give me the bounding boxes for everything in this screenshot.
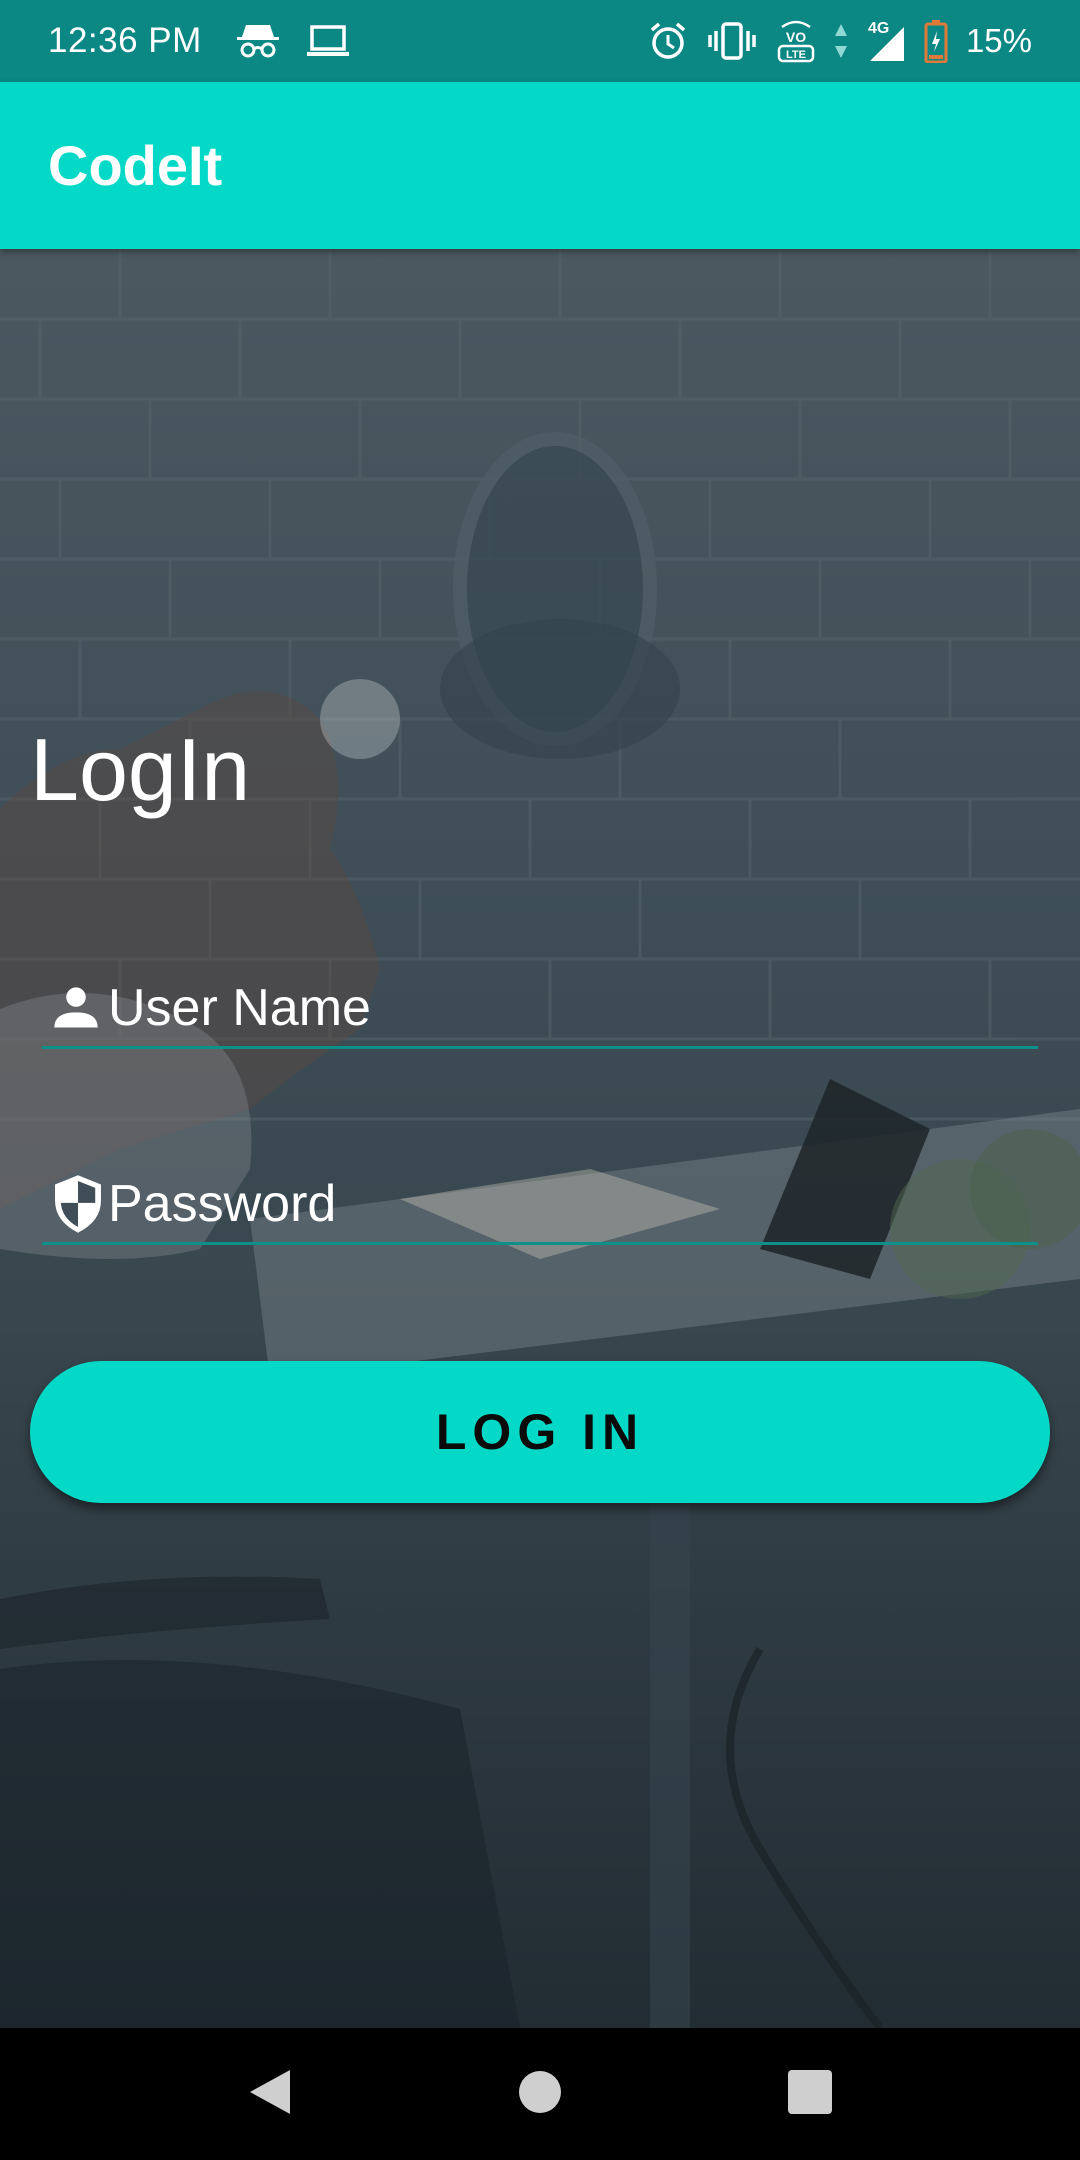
login-button[interactable]: LOG IN [30,1361,1050,1503]
status-left-icons [236,21,350,61]
app-bar: CodeIt [0,82,1080,249]
shield-icon [42,1173,108,1235]
battery-icon [924,19,948,63]
svg-text:LTE: LTE [786,49,806,61]
home-icon [517,2069,563,2120]
signal-icon: 4G [866,19,906,63]
person-icon [42,982,108,1034]
status-bar: 12:36 PM VO LTE 4G 15% [0,0,1080,82]
recents-icon [787,2069,833,2120]
network-type-label: 4G [868,20,889,37]
app-title: CodeIt [48,134,223,197]
username-input[interactable] [108,977,1038,1038]
status-right-icons: VO LTE 4G 15% [648,19,1032,63]
vibrate-icon [706,21,758,61]
incognito-icon [236,21,280,61]
data-arrows-icon [834,22,848,60]
login-content: LogIn LOG IN [0,249,1080,2028]
username-field[interactable] [42,969,1038,1049]
navigation-bar [0,2028,1080,2160]
laptop-icon [306,24,350,58]
alarm-icon [648,21,688,61]
password-input[interactable] [108,1173,1038,1234]
svg-text:VO: VO [786,29,806,45]
background-photo [0,249,1080,2028]
status-time: 12:36 PM [48,21,202,60]
recents-button[interactable] [675,2028,945,2160]
battery-percent: 15% [965,22,1032,59]
back-icon [246,2066,294,2123]
volte-icon: VO LTE [776,19,816,63]
login-screen: 12:36 PM VO LTE 4G 15% CodeIt LogIn User… [0,0,1080,2160]
password-field[interactable] [42,1165,1038,1245]
home-button[interactable] [405,2028,675,2160]
login-heading: LogIn [30,720,251,819]
back-button[interactable] [135,2028,405,2160]
